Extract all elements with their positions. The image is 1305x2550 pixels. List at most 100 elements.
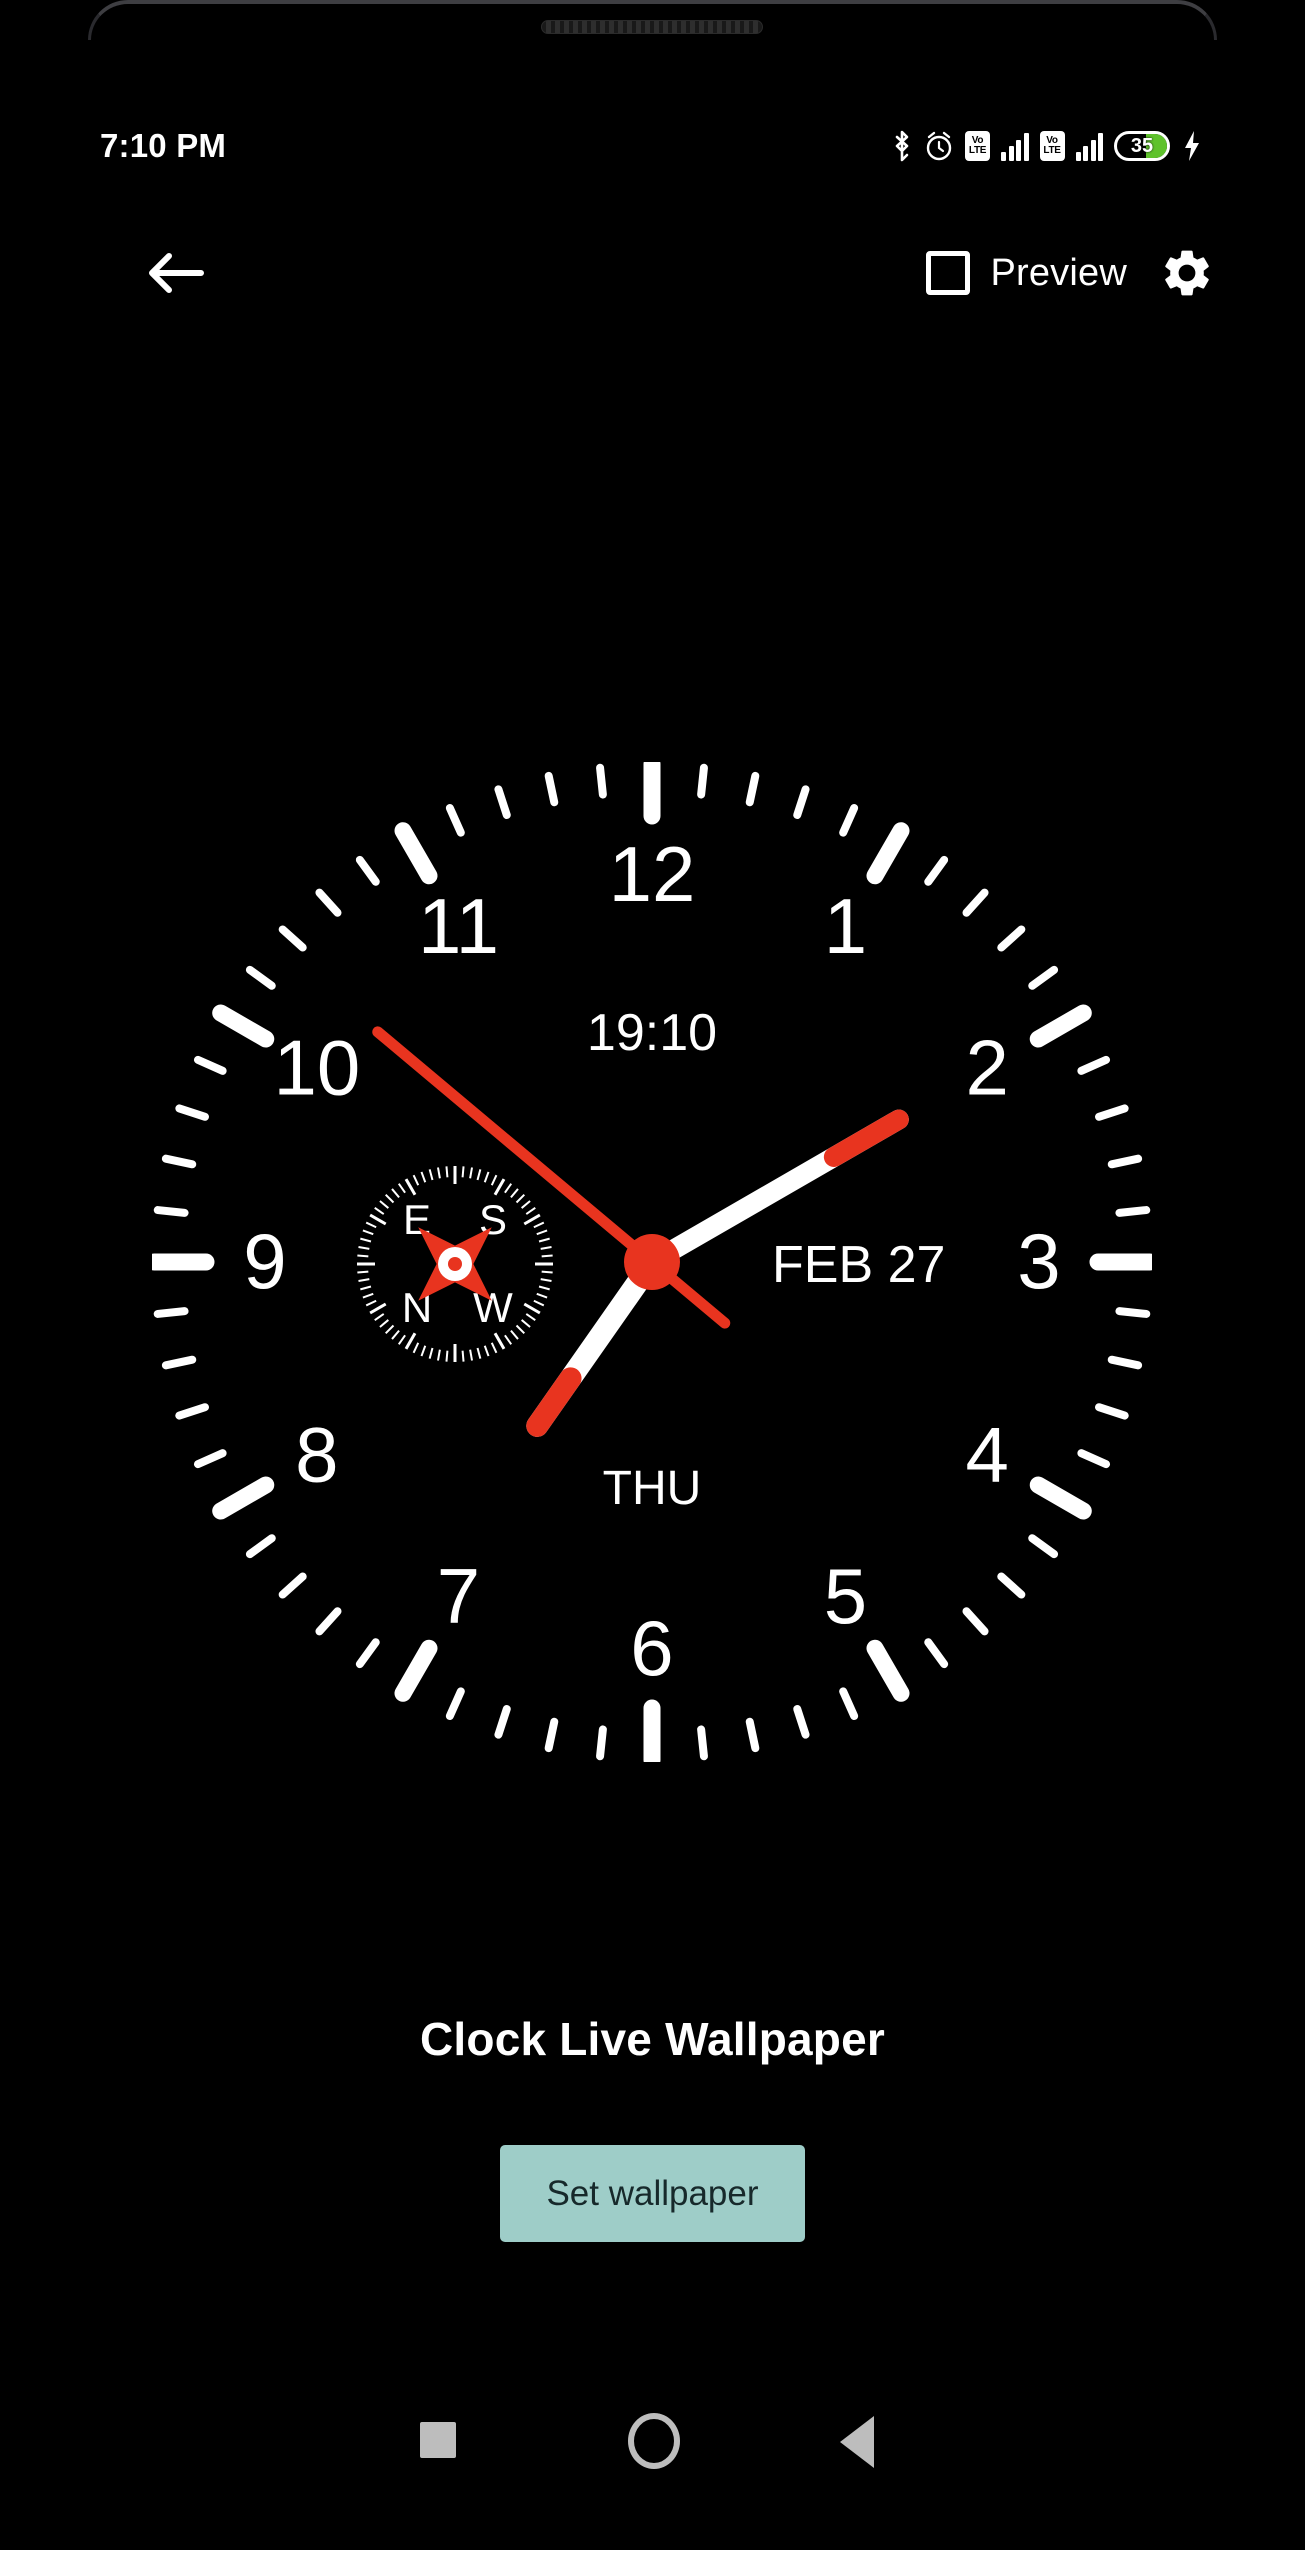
compass-tick xyxy=(540,1245,552,1250)
compass-subdial: E S N W xyxy=(357,1166,553,1362)
status-bar-icons: Vo LTE Vo LTE 35 xyxy=(891,129,1203,163)
minute-tick xyxy=(1077,1055,1111,1075)
minute-tick xyxy=(924,855,949,886)
hour-numeral-5: 5 xyxy=(824,1552,867,1640)
set-wallpaper-button[interactable]: Set wallpaper xyxy=(500,2145,805,2242)
compass-tick xyxy=(365,1221,377,1229)
minute-tick xyxy=(193,1449,227,1469)
compass-tick xyxy=(397,1334,406,1345)
minute-tick xyxy=(161,1355,197,1370)
compass-tick xyxy=(540,1278,552,1283)
compass-tick xyxy=(357,1270,369,1274)
compass-tick xyxy=(538,1285,550,1291)
nav-recents-icon[interactable] xyxy=(420,2422,456,2458)
compass-tick xyxy=(536,1292,548,1299)
signal-icon-sim2 xyxy=(1075,131,1103,161)
hour-numeral-7: 7 xyxy=(437,1552,480,1640)
compass-tick xyxy=(436,1167,441,1179)
compass-tick xyxy=(483,1171,490,1183)
compass-hub-inner xyxy=(448,1257,462,1271)
compass-tick xyxy=(420,1345,427,1357)
minute-tick xyxy=(494,785,511,820)
compass-tick xyxy=(490,1342,498,1354)
compass-tick xyxy=(391,1330,400,1340)
compass-tick xyxy=(384,1324,395,1335)
compass-tick xyxy=(536,1229,548,1236)
minute-tick xyxy=(544,1717,559,1753)
volte-line-2: LTE xyxy=(968,145,987,156)
charging-bolt-icon xyxy=(1185,131,1199,161)
compass-tick xyxy=(523,1302,541,1315)
hour-numeral-3: 3 xyxy=(1017,1217,1060,1305)
gear-icon[interactable] xyxy=(1159,245,1215,301)
compass-tick xyxy=(428,1169,434,1181)
compass-tick xyxy=(404,1178,417,1196)
minute-tick xyxy=(245,1534,276,1559)
compass-tick xyxy=(504,1183,513,1194)
hour-numeral-4: 4 xyxy=(965,1411,1008,1499)
minute-tick xyxy=(175,1104,210,1121)
nav-home-icon[interactable] xyxy=(628,2413,680,2469)
compass-tick xyxy=(525,1206,536,1215)
compass-tick xyxy=(412,1174,420,1186)
hour-numeral-10: 10 xyxy=(273,1024,360,1112)
minute-tick xyxy=(1077,1449,1111,1469)
compass-tick xyxy=(379,1319,389,1328)
minute-tick xyxy=(315,1607,342,1636)
clock-center-hub xyxy=(624,1234,680,1290)
compass-tick xyxy=(490,1174,498,1186)
action-bar: Preview xyxy=(0,215,1305,330)
hour-numeral-11: 11 xyxy=(418,882,499,970)
compass-tick xyxy=(357,1254,369,1258)
hour-numeral-12: 12 xyxy=(609,830,696,918)
hour-numeral-8: 8 xyxy=(295,1411,338,1499)
minute-tick xyxy=(153,1206,189,1217)
minute-tick xyxy=(445,803,465,837)
android-navigation-bar xyxy=(0,2400,1305,2510)
hour-tick xyxy=(212,1004,275,1048)
compass-tick xyxy=(510,1330,519,1340)
minute-tick xyxy=(355,1638,380,1669)
preview-toggle-group[interactable]: Preview xyxy=(926,235,1215,311)
alarm-icon xyxy=(926,131,952,161)
compass-tick xyxy=(521,1319,531,1328)
compass-tick xyxy=(374,1313,385,1322)
compass-tick xyxy=(436,1349,441,1361)
minute-tick xyxy=(997,1572,1026,1599)
compass-tick xyxy=(360,1285,372,1291)
compass-tick xyxy=(541,1254,553,1258)
minute-tick xyxy=(494,1704,511,1739)
minute-tick xyxy=(924,1638,949,1669)
arrow-left-icon xyxy=(149,253,204,293)
compass-tick xyxy=(493,1178,506,1196)
compass-tick xyxy=(476,1169,482,1181)
compass-tick xyxy=(397,1183,406,1194)
hour-numeral-2: 2 xyxy=(965,1024,1008,1112)
minute-tick xyxy=(697,763,708,799)
compass-tick xyxy=(365,1299,377,1307)
preview-label: Preview xyxy=(990,251,1127,294)
minute-tick xyxy=(745,771,760,807)
volte-line-2: LTE xyxy=(1043,145,1061,156)
minute-tick xyxy=(596,1725,607,1761)
hour-hand xyxy=(526,1251,663,1437)
compass-tick xyxy=(541,1270,553,1274)
battery-icon: 35 xyxy=(1114,131,1170,161)
compass-tick xyxy=(420,1171,427,1183)
compass-tick xyxy=(533,1221,545,1229)
compass-tick xyxy=(362,1292,374,1299)
compass-tick xyxy=(412,1342,420,1354)
back-button[interactable] xyxy=(140,237,212,309)
compass-tick xyxy=(533,1299,545,1307)
minute-tick xyxy=(278,1572,307,1599)
bluetooth-icon xyxy=(895,130,909,162)
hour-tick xyxy=(394,822,438,885)
compass-tick xyxy=(461,1166,465,1178)
preview-checkbox[interactable] xyxy=(926,251,971,295)
compass-tick xyxy=(523,1213,541,1226)
minute-tick xyxy=(544,771,559,807)
nav-back-icon[interactable] xyxy=(840,2416,874,2468)
compass-tick xyxy=(391,1188,400,1198)
minute-tick xyxy=(175,1403,210,1420)
signal-icon-sim1 xyxy=(1001,131,1029,161)
